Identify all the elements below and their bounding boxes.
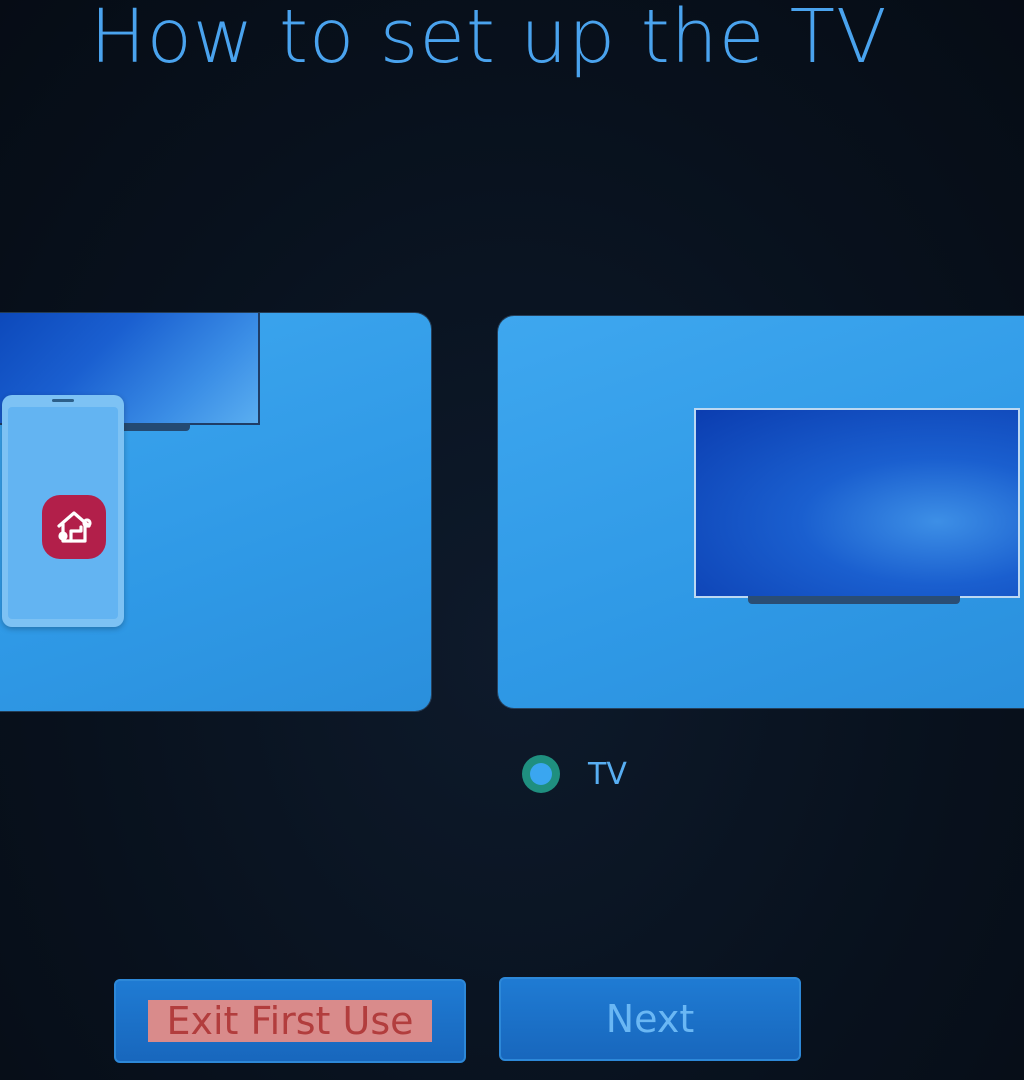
exit-first-use-button[interactable]: Exit First Use (114, 979, 466, 1063)
setup-screen: How to set up the TV TV Exit First Use N… (0, 0, 1024, 1080)
next-button[interactable]: Next (499, 977, 801, 1061)
tv-illustration (694, 408, 1020, 598)
option-card-tv[interactable] (498, 316, 1024, 708)
phone-screen (8, 407, 118, 619)
radio-selected-dot (530, 763, 552, 785)
page-title: How to set up the TV (90, 0, 888, 80)
radio-button[interactable] (522, 755, 560, 793)
radio-label: TV (588, 756, 627, 792)
tv-stand (748, 596, 960, 604)
option-radio-tv[interactable]: TV (522, 755, 627, 793)
exit-button-label: Exit First Use (148, 1000, 432, 1042)
phone-illustration (2, 395, 124, 627)
option-card-mobile[interactable] (0, 313, 431, 711)
phone-speaker (52, 399, 74, 402)
smart-home-icon (42, 495, 106, 559)
